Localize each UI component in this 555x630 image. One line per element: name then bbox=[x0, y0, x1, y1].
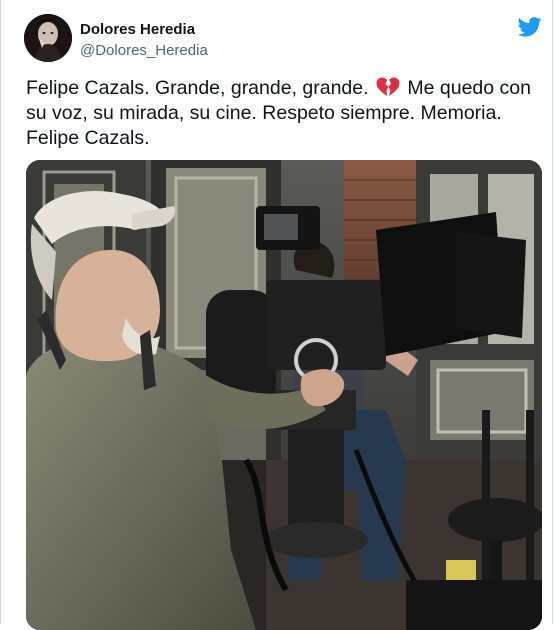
twitter-bird-icon[interactable] bbox=[517, 17, 542, 37]
tweet-text: Felipe Cazals. Grande, grande, grande. M… bbox=[26, 76, 531, 151]
author-handle[interactable]: @Dolores_Heredia bbox=[80, 42, 208, 59]
tweet-card: Dolores Heredia @Dolores_Heredia Felipe … bbox=[0, 0, 553, 630]
tweet-photo[interactable] bbox=[26, 160, 542, 630]
avatar-portrait bbox=[24, 14, 72, 62]
broken-heart-icon bbox=[376, 77, 400, 97]
author-display-name[interactable]: Dolores Heredia bbox=[80, 21, 195, 38]
tweet-text-part-1: Felipe Cazals. Grande, grande, grande. bbox=[26, 77, 369, 99]
author-avatar[interactable] bbox=[24, 14, 72, 62]
film-set-photo bbox=[26, 160, 542, 630]
